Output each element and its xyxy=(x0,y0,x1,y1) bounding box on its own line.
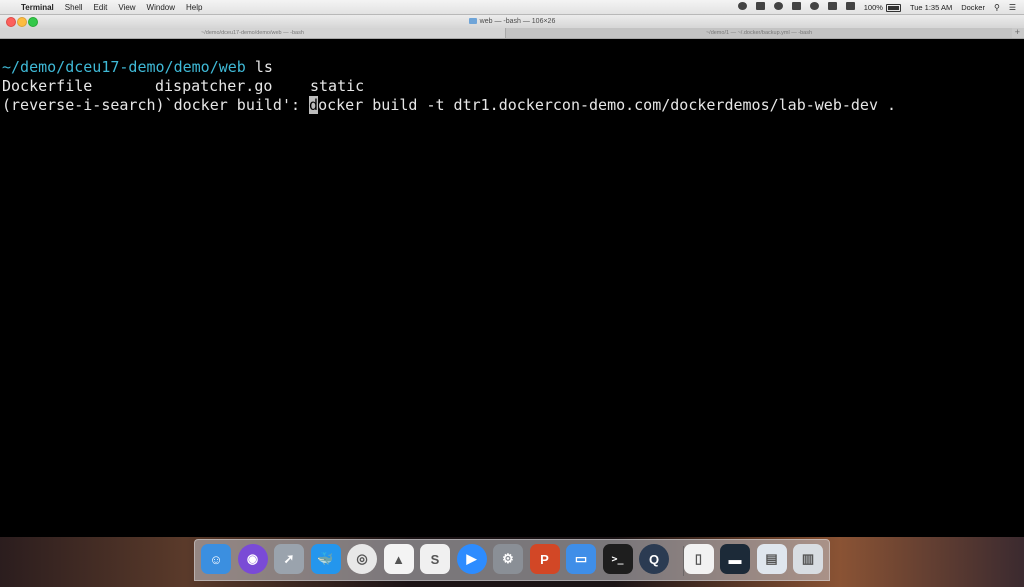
terminal-icon[interactable]: >_ xyxy=(602,544,633,574)
keynote-icon[interactable]: ▭ xyxy=(566,544,596,574)
window-title: web — -bash — 106×26 xyxy=(0,15,1024,28)
prompt-path: ~/demo/dceu17-demo/demo/web xyxy=(2,58,246,76)
ls-item-dispatcher: dispatcher.go xyxy=(155,77,273,95)
system-preferences-icon[interactable]: ⚙ xyxy=(493,544,523,574)
ls-item-dockerfile: Dockerfile xyxy=(2,77,93,95)
slides-icon[interactable]: S xyxy=(420,544,450,574)
terminal-output[interactable]: ~/demo/dceu17-demo/demo/web ls Dockerfile… xyxy=(0,39,1024,537)
ls-item-static: static xyxy=(310,77,365,95)
google-drive-icon-glyph: ▲ xyxy=(392,551,405,567)
notification-center-icon[interactable]: ☰ xyxy=(1009,3,1016,12)
wifi-icon[interactable] xyxy=(809,2,819,12)
zoom-icon[interactable]: ▶ xyxy=(456,544,487,574)
screenshot-thumb-icon-glyph: ▬ xyxy=(728,551,742,567)
document-icon[interactable]: ▯ xyxy=(683,544,714,574)
browser-window-icon[interactable]: ▤ xyxy=(756,544,787,574)
finder-icon-glyph: ☺ xyxy=(209,551,223,567)
window-title-text: web — -bash — 106×26 xyxy=(479,18,556,25)
terminal-line-ls-output: Dockerfile dispatcher.go static xyxy=(2,77,1024,96)
docker-icon[interactable]: 🐳 xyxy=(310,544,341,574)
zoom-icon-glyph: ▶ xyxy=(466,551,477,566)
terminal-line-reverse-search: (reverse-i-search)`docker build': docker… xyxy=(2,96,1024,115)
display-icon[interactable] xyxy=(827,2,837,12)
siri-icon[interactable]: ◉ xyxy=(237,544,268,574)
reverse-search-match: ocker build -t dtr1.dockercon-demo.com/d… xyxy=(318,96,897,114)
browser-window-icon-glyph: ▤ xyxy=(765,551,778,566)
menu-window[interactable]: Window xyxy=(147,3,175,12)
finder-icon[interactable]: ☺ xyxy=(201,544,231,574)
tab-backup-bash[interactable]: ~/demo/1 — ~/.docker/backup.yml — -bash xyxy=(506,28,1012,38)
system-preferences-icon-glyph: ⚙ xyxy=(502,551,514,566)
terminal-icon-glyph: >_ xyxy=(611,553,624,565)
reverse-search-prefix: (reverse-i-search)`docker build': xyxy=(2,96,310,114)
launchpad-icon-glyph: ➚ xyxy=(283,551,295,566)
siri-icon-glyph: ◉ xyxy=(246,551,259,566)
google-drive-icon[interactable]: ▲ xyxy=(383,544,414,574)
trash-icon-glyph: ▥ xyxy=(801,551,815,566)
menu-user[interactable]: Docker xyxy=(961,3,985,12)
bluetooth-icon[interactable] xyxy=(791,2,801,12)
menu-edit[interactable]: Edit xyxy=(94,3,108,12)
chrome-icon-glyph: ◎ xyxy=(356,551,368,566)
prompt-command: ls xyxy=(245,58,273,76)
quicktime-icon-glyph: Q xyxy=(648,551,660,567)
launchpad-icon[interactable]: ➚ xyxy=(274,544,304,574)
menu-help[interactable]: Help xyxy=(186,3,202,12)
quicktime-icon[interactable]: Q xyxy=(639,544,669,574)
window-title-bar[interactable]: web — -bash — 106×26 xyxy=(0,15,1024,28)
powerpoint-icon-glyph: P xyxy=(540,551,549,567)
new-tab-button[interactable]: + xyxy=(1015,27,1020,37)
slides-icon-glyph: S xyxy=(430,551,440,567)
time-machine-icon[interactable] xyxy=(773,2,783,12)
trash-icon[interactable]: ▥ xyxy=(793,544,823,574)
coffee-icon[interactable] xyxy=(737,2,747,12)
menu-shell[interactable]: Shell xyxy=(65,3,83,12)
screenshot-thumb-icon[interactable]: ▬ xyxy=(720,544,750,574)
menu-bar-left: Terminal Shell Edit View Window Help xyxy=(10,0,213,14)
tab-web-bash[interactable]: ~/demo/dceu17-demo/demo/web — -bash xyxy=(0,28,506,38)
battery-percent[interactable]: 100% xyxy=(864,3,883,12)
menu-bar-right: 100% Tue 1:35 AM Docker ⚲ ☰ xyxy=(729,0,1016,14)
document-icon-glyph: ▯ xyxy=(694,551,703,566)
lock-icon[interactable] xyxy=(755,2,765,12)
menu-bar: Terminal Shell Edit View Window Help 100… xyxy=(0,0,1024,15)
powerpoint-icon[interactable]: P xyxy=(529,544,560,574)
menu-view[interactable]: View xyxy=(118,3,135,12)
keynote-icon-glyph: ▭ xyxy=(574,551,588,566)
menu-clock[interactable]: Tue 1:35 AM xyxy=(910,3,952,12)
battery-icon[interactable] xyxy=(885,2,901,12)
terminal-line-prompt: ~/demo/dceu17-demo/demo/web ls xyxy=(2,58,1024,77)
dock: ☺ ◉ ➚ 🐳 ◎ ▲ S ▶ ⚙ P ▭ >_ Q ▯ ▬ ▤ ▥ xyxy=(194,539,830,581)
volume-icon[interactable] xyxy=(845,2,855,12)
menu-app-name[interactable]: Terminal xyxy=(21,3,54,12)
spotlight-icon[interactable]: ⚲ xyxy=(994,3,1000,12)
terminal-cursor: d xyxy=(309,96,319,114)
docker-icon-glyph: 🐳 xyxy=(317,551,334,566)
screen: Terminal Shell Edit View Window Help 100… xyxy=(0,0,1024,587)
chrome-icon[interactable]: ◎ xyxy=(347,544,377,574)
tab-bar: ~/demo/dceu17-demo/demo/web — -bash ~/de… xyxy=(0,27,1024,39)
folder-icon xyxy=(468,18,477,24)
